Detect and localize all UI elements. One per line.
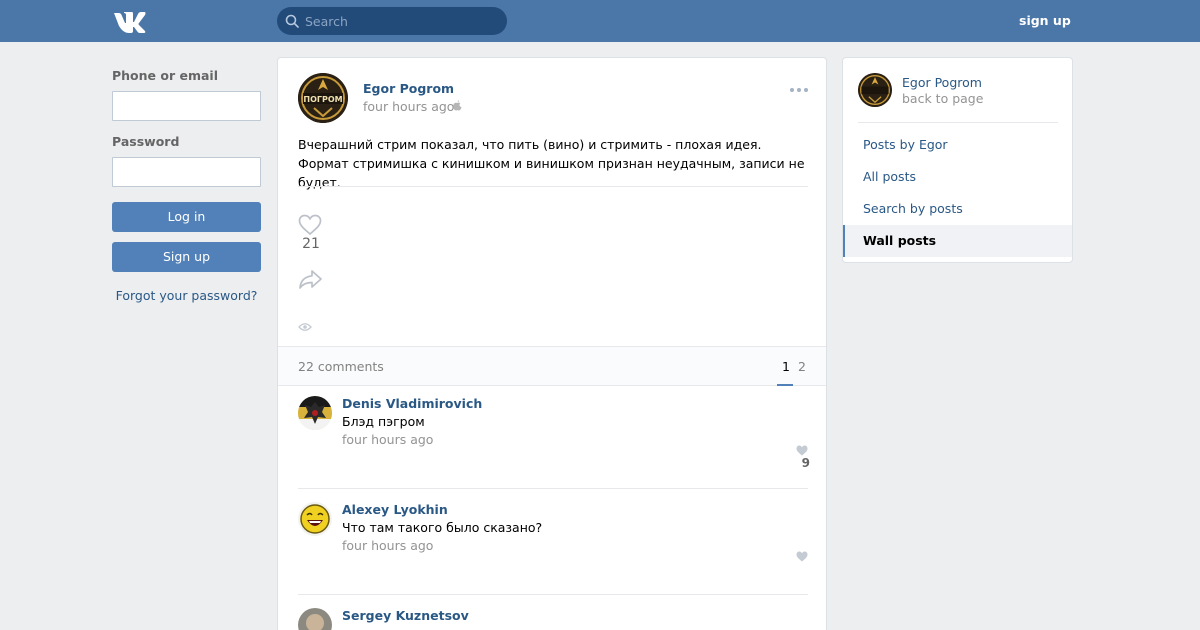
vk-logo-icon[interactable] xyxy=(112,9,146,33)
post-text: Вчерашний стрим показал, что пить (вино)… xyxy=(298,137,805,190)
commenter-name[interactable]: Alexey Lyokhin xyxy=(342,502,448,517)
comments-count: 22 comments xyxy=(298,359,384,374)
comment-divider xyxy=(298,488,808,489)
svg-text:ПОГРОМ: ПОГРОМ xyxy=(303,95,342,104)
sidebar-item-all-posts[interactable]: All posts xyxy=(843,161,1072,193)
sidebar-item-label: Wall posts xyxy=(863,233,937,248)
sidebar-item-posts-by-egor[interactable]: Posts by Egor xyxy=(843,129,1072,161)
header-signup-link[interactable]: sign up xyxy=(1019,13,1071,28)
sidebar-item-search-by-posts[interactable]: Search by posts xyxy=(843,193,1072,225)
comment-time[interactable]: four hours ago xyxy=(342,538,433,553)
password-field[interactable] xyxy=(112,157,261,187)
commenter-name[interactable]: Denis Vladimirovich xyxy=(342,396,482,411)
laughing-face-avatar-icon xyxy=(298,502,332,536)
login-button[interactable]: Log in xyxy=(112,202,261,232)
top-header: Search sign up xyxy=(0,0,1200,42)
sidebar-divider xyxy=(858,122,1058,123)
pogrom-avatar-icon: ПОГРОМ xyxy=(298,73,348,123)
sidebar-avatar[interactable] xyxy=(858,73,892,107)
active-page-indicator xyxy=(777,384,793,386)
commenter-name[interactable]: Sergey Kuznetsov xyxy=(342,608,469,623)
comment-divider xyxy=(298,594,808,595)
comment-like-icon[interactable] xyxy=(796,551,808,562)
post-author-avatar[interactable]: ПОГРОМ xyxy=(298,73,348,123)
phone-label: Phone or email xyxy=(112,68,218,83)
search-icon xyxy=(285,14,299,28)
share-icon[interactable] xyxy=(298,268,323,290)
comments-page-1[interactable]: 1 xyxy=(782,359,790,374)
right-sidebar: Egor Pogrom back to page Posts by Egor A… xyxy=(842,57,1073,263)
commenter-avatar[interactable] xyxy=(298,608,332,630)
like-count: 21 xyxy=(302,236,320,252)
comment-like-icon[interactable] xyxy=(796,445,808,456)
views-eye-icon xyxy=(298,323,312,331)
comments-header: 22 comments 1 2 xyxy=(278,346,826,386)
phone-email-field[interactable] xyxy=(112,91,261,121)
sidebar-item-wall-posts[interactable]: Wall posts xyxy=(843,225,1072,257)
sidebar-item-label: All posts xyxy=(863,169,916,184)
comments-page-2[interactable]: 2 xyxy=(798,359,806,374)
eagle-avatar-icon xyxy=(298,396,332,430)
commenter-avatar[interactable] xyxy=(298,502,332,536)
wall-post: ПОГРОМ Egor Pogrom four hours ago Вчераш… xyxy=(277,57,827,630)
signup-button[interactable]: Sign up xyxy=(112,242,261,272)
search-box[interactable]: Search xyxy=(277,7,507,35)
like-heart-icon[interactable] xyxy=(298,214,322,236)
sidebar-item-label: Posts by Egor xyxy=(863,137,948,152)
apple-icon xyxy=(453,100,462,111)
more-options-icon[interactable] xyxy=(789,87,809,93)
post-time[interactable]: four hours ago xyxy=(363,99,454,114)
comment-time[interactable]: four hours ago xyxy=(342,432,433,447)
post-divider xyxy=(298,186,808,187)
post-author-name[interactable]: Egor Pogrom xyxy=(363,81,454,96)
password-label: Password xyxy=(112,134,180,149)
pogrom-avatar-icon xyxy=(858,73,892,107)
sidebar-item-label: Search by posts xyxy=(863,201,963,216)
comment-like-count: 9 xyxy=(801,456,810,470)
back-to-page-link[interactable]: back to page xyxy=(902,91,983,106)
person-avatar-icon xyxy=(298,608,332,630)
forgot-password-link[interactable]: Forgot your password? xyxy=(112,288,261,303)
comment-text: Что там такого было сказано? xyxy=(342,520,543,535)
search-input[interactable]: Search xyxy=(305,14,348,29)
comment-text: Блэд пэгром xyxy=(342,414,425,429)
sidebar-profile-name[interactable]: Egor Pogrom xyxy=(902,75,982,90)
commenter-avatar[interactable] xyxy=(298,396,332,430)
